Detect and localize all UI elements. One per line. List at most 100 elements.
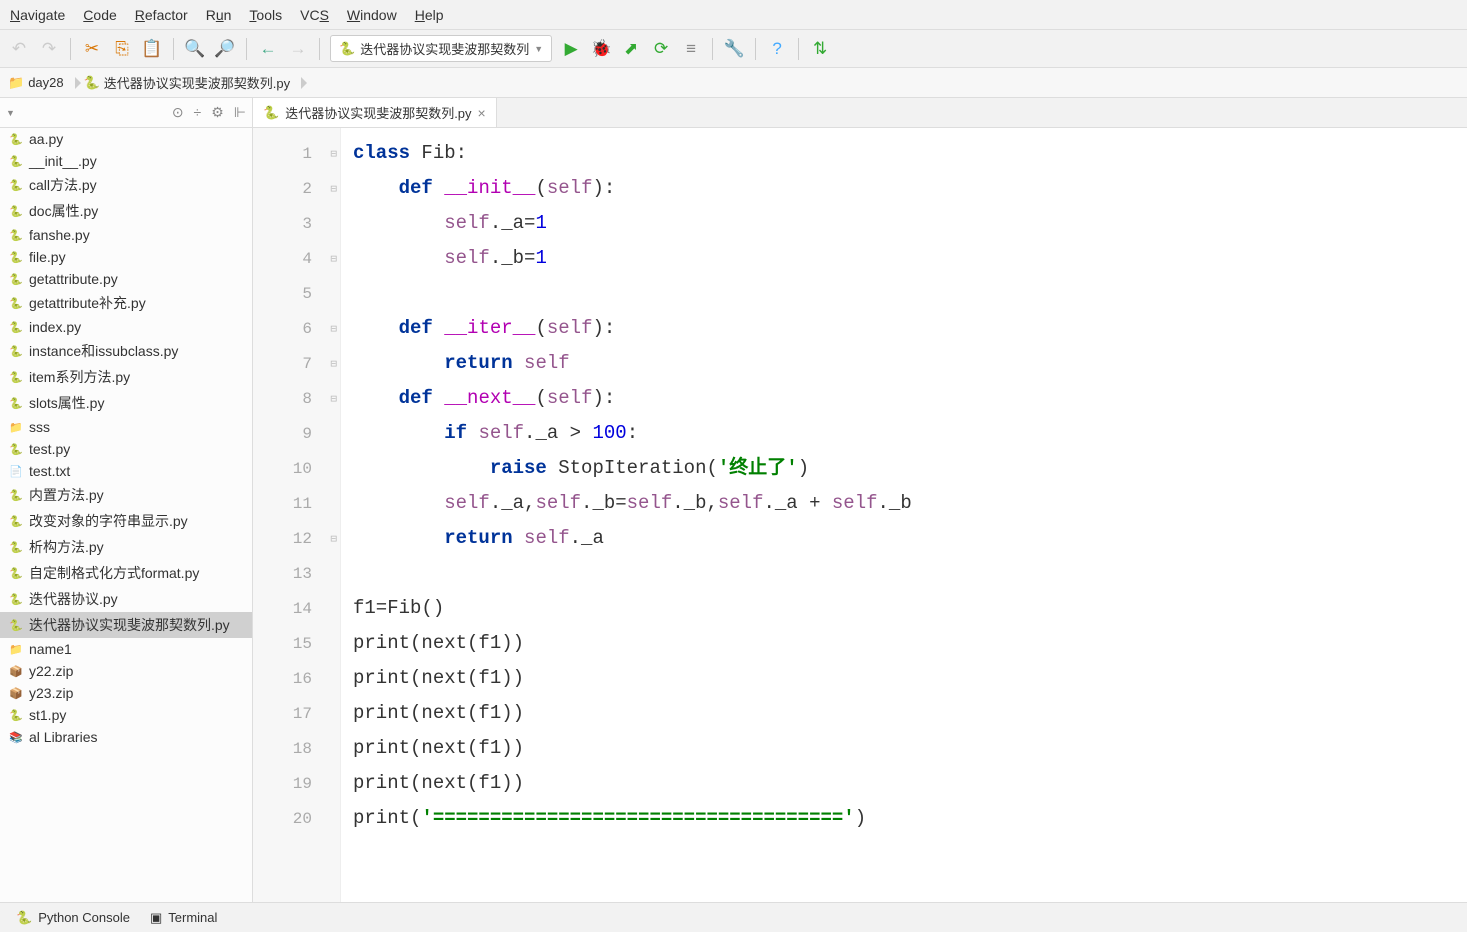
file-item[interactable]: 🐍doc属性.py: [0, 198, 252, 224]
file-item[interactable]: 📄test.txt: [0, 460, 252, 482]
file-item[interactable]: 🐍fanshe.py: [0, 224, 252, 246]
menu-navigate[interactable]: Navigate: [10, 7, 65, 23]
paste-icon[interactable]: 📋: [141, 38, 163, 60]
fold-icon[interactable]: ⊟: [330, 252, 337, 266]
python-icon: 🐍: [8, 131, 24, 147]
fold-icon[interactable]: ⊟: [330, 532, 337, 546]
copy-icon[interactable]: ⎘: [111, 38, 133, 60]
menu-vcs[interactable]: VCS: [300, 7, 329, 23]
file-item[interactable]: 🐍index.py: [0, 316, 252, 338]
file-item[interactable]: 🐍__init__.py: [0, 150, 252, 172]
file-item[interactable]: 🐍instance和issubclass.py: [0, 338, 252, 364]
fold-icon[interactable]: ⊟: [330, 182, 337, 196]
file-item[interactable]: 🐍析构方法.py: [0, 534, 252, 560]
file-item[interactable]: 🐍改变对象的字符串显示.py: [0, 508, 252, 534]
file-item[interactable]: 🐍迭代器协议实现斐波那契数列.py: [0, 612, 252, 638]
file-item-label: slots属性.py: [29, 393, 104, 413]
zoom-in-icon[interactable]: 🔍: [184, 38, 206, 60]
tools-icon[interactable]: 🔧: [723, 38, 745, 60]
code-editor[interactable]: 1⊟2⊟34⊟56⊟7⊟8⊟9101112⊟1314151617181920 c…: [253, 128, 1467, 902]
collapse-icon[interactable]: ⊙: [172, 104, 184, 121]
fold-icon[interactable]: ⊟: [330, 357, 337, 371]
undo-icon[interactable]: ↶: [8, 38, 30, 60]
close-icon[interactable]: ×: [478, 105, 486, 121]
file-item[interactable]: 🐍st1.py: [0, 704, 252, 726]
menu-code[interactable]: Code: [83, 7, 116, 23]
code-line[interactable]: print(next(f1)): [353, 731, 912, 766]
sidebar-header: ▼ ⊙ ÷ ⚙ ⊩: [0, 98, 252, 128]
code-line[interactable]: def __next__(self):: [353, 381, 912, 416]
gear-icon[interactable]: ⚙: [211, 104, 224, 121]
file-item-label: y22.zip: [29, 663, 73, 679]
editor-tab[interactable]: 🐍 迭代器协议实现斐波那契数列.py ×: [253, 98, 497, 127]
menu-refactor[interactable]: Refactor: [135, 7, 188, 23]
back-icon[interactable]: ←: [257, 38, 279, 60]
file-item[interactable]: 🐍aa.py: [0, 128, 252, 150]
file-item[interactable]: 📁sss: [0, 416, 252, 438]
breadcrumb-file-label: 迭代器协议实现斐波那契数列.py: [104, 73, 290, 92]
code-line[interactable]: def __init__(self):: [353, 171, 912, 206]
code-line[interactable]: def __iter__(self):: [353, 311, 912, 346]
run-config-selector[interactable]: 🐍 迭代器协议实现斐波那契数列 ▼: [330, 35, 552, 62]
code-line[interactable]: return self._a: [353, 521, 912, 556]
file-item[interactable]: 🐍迭代器协议.py: [0, 586, 252, 612]
hide-icon[interactable]: ⊩: [234, 104, 246, 121]
breadcrumb-folder[interactable]: 📁 day28: [0, 68, 76, 97]
file-item[interactable]: 🐍item系列方法.py: [0, 364, 252, 390]
file-item[interactable]: 📁name1: [0, 638, 252, 660]
cut-icon[interactable]: ✂: [81, 38, 103, 60]
code-line[interactable]: f1=Fib(): [353, 591, 912, 626]
file-item[interactable]: 🐍file.py: [0, 246, 252, 268]
file-item[interactable]: 📚al Libraries: [0, 726, 252, 748]
code-line[interactable]: raise StopIteration('终止了'): [353, 451, 912, 486]
help-icon[interactable]: ?: [766, 38, 788, 60]
run-icon[interactable]: ▶: [560, 38, 582, 60]
fold-icon[interactable]: ⊟: [330, 322, 337, 336]
menu-tools[interactable]: Tools: [249, 7, 282, 23]
code-line[interactable]: print(next(f1)): [353, 696, 912, 731]
debug-icon[interactable]: 🐞: [590, 38, 612, 60]
locate-icon[interactable]: ÷: [194, 104, 202, 121]
code-line[interactable]: self._a=1: [353, 206, 912, 241]
file-item[interactable]: 🐍test.py: [0, 438, 252, 460]
file-item[interactable]: 🐍call方法.py: [0, 172, 252, 198]
code-line[interactable]: print(next(f1)): [353, 626, 912, 661]
file-item[interactable]: 📦y22.zip: [0, 660, 252, 682]
stop-icon[interactable]: ≡: [680, 38, 702, 60]
code-line[interactable]: print(next(f1)): [353, 766, 912, 801]
breadcrumb-file[interactable]: 🐍 迭代器协议实现斐波那契数列.py: [76, 68, 303, 97]
menu-run[interactable]: Run: [206, 7, 232, 23]
code-line[interactable]: print('=================================…: [353, 801, 912, 836]
code-line[interactable]: if self._a > 100:: [353, 416, 912, 451]
forward-icon[interactable]: →: [287, 38, 309, 60]
code-area[interactable]: class Fib: def __init__(self): self._a=1…: [341, 128, 924, 902]
file-item-label: 自定制格式化方式format.py: [29, 563, 199, 583]
zoom-out-icon[interactable]: 🔎: [214, 38, 236, 60]
code-line[interactable]: class Fib:: [353, 136, 912, 171]
profile-icon[interactable]: ⟳: [650, 38, 672, 60]
file-item[interactable]: 🐍getattribute.py: [0, 268, 252, 290]
code-line[interactable]: return self: [353, 346, 912, 381]
code-line[interactable]: self._a,self._b=self._b,self._a + self._…: [353, 486, 912, 521]
python-console-tab[interactable]: 🐍 Python Console: [16, 910, 130, 926]
file-item[interactable]: 🐍getattribute补充.py: [0, 290, 252, 316]
code-line[interactable]: print(next(f1)): [353, 661, 912, 696]
fold-icon[interactable]: ⊟: [330, 147, 337, 161]
chevron-down-icon[interactable]: ▼: [6, 108, 15, 118]
code-line[interactable]: self._b=1: [353, 241, 912, 276]
file-item[interactable]: 📦y23.zip: [0, 682, 252, 704]
line-number: 17: [253, 696, 340, 731]
fold-icon[interactable]: ⊟: [330, 392, 337, 406]
file-item[interactable]: 🐍自定制格式化方式format.py: [0, 560, 252, 586]
coverage-icon[interactable]: ⬈: [620, 38, 642, 60]
redo-icon[interactable]: ↷: [38, 38, 60, 60]
code-line[interactable]: [353, 556, 912, 591]
file-item[interactable]: 🐍内置方法.py: [0, 482, 252, 508]
file-item[interactable]: 🐍slots属性.py: [0, 390, 252, 416]
terminal-icon: ▣: [150, 910, 162, 926]
code-line[interactable]: [353, 276, 912, 311]
vcs-icon[interactable]: ⇅: [809, 38, 831, 60]
menu-window[interactable]: Window: [347, 7, 397, 23]
terminal-tab[interactable]: ▣ Terminal: [150, 910, 217, 926]
menu-help[interactable]: Help: [415, 7, 444, 23]
